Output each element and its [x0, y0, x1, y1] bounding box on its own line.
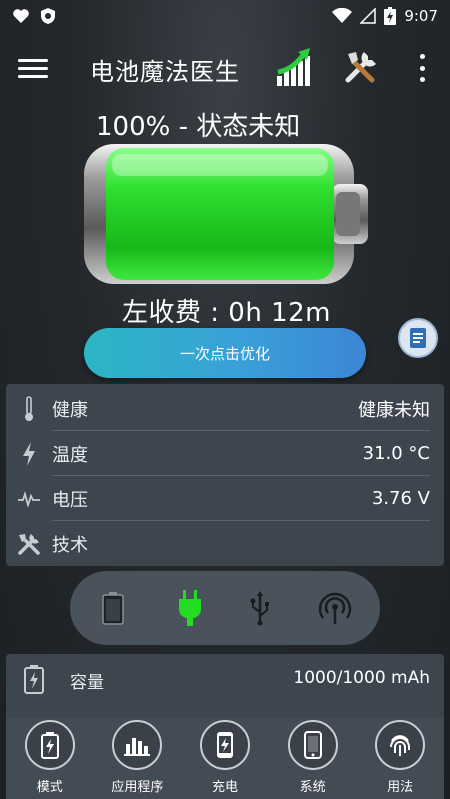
- mode-ac-plug[interactable]: [165, 578, 215, 638]
- usb-icon: [250, 591, 269, 626]
- nav-label: 应用程序: [111, 780, 164, 795]
- battery-graphic: [84, 144, 368, 284]
- bar-chart-icon: [124, 738, 151, 756]
- tools-icon[interactable]: [342, 48, 380, 86]
- one-click-optimize-button[interactable]: 一次点击优化: [84, 328, 366, 378]
- battery-bolt-icon: [40, 732, 59, 759]
- nav-charging[interactable]: 充电: [183, 720, 267, 795]
- shield-icon: [41, 8, 55, 24]
- bottom-navigation: 模式 应用程序 充电 系统 用法: [6, 718, 444, 799]
- info-label: 电压: [52, 489, 88, 511]
- mode-wireless[interactable]: [310, 578, 360, 638]
- fingerprint-icon: [390, 735, 411, 756]
- app-bar: 电池魔法医生: [0, 40, 450, 96]
- info-row-technology: 技术: [6, 521, 444, 566]
- capacity-panel: 容量 1000/1000 mAh: [6, 654, 444, 720]
- mode-battery[interactable]: [88, 578, 138, 638]
- wifi-icon: [332, 8, 353, 23]
- info-label: 温度: [52, 444, 88, 466]
- info-row-temperature: 温度 31.0 °C: [6, 431, 444, 476]
- nav-system[interactable]: 系统: [271, 720, 355, 795]
- nav-label: 充电: [211, 780, 238, 795]
- lightning-icon: [23, 441, 35, 466]
- info-value: 健康未知: [358, 399, 430, 421]
- plug-icon: [179, 590, 201, 626]
- battery-icon: [102, 592, 124, 625]
- notes-button[interactable]: [398, 318, 438, 358]
- capacity-label: 容量: [70, 673, 104, 693]
- notes-icon: [410, 328, 426, 348]
- status-bar: 9:07: [0, 0, 450, 32]
- app-title: 电池魔法医生: [90, 58, 240, 86]
- wireless-icon: [318, 592, 352, 624]
- tools-icon: [18, 533, 40, 555]
- info-value: 3.76 V: [371, 488, 430, 509]
- nav-label: 系统: [299, 780, 326, 795]
- mode-usb[interactable]: [235, 578, 285, 638]
- battery-charging-icon: [384, 7, 397, 25]
- nav-usage[interactable]: 用法: [358, 720, 442, 795]
- info-row-voltage: 电压 3.76 V: [6, 476, 444, 521]
- heart-icon: [13, 9, 29, 23]
- battery-bolt-icon: [24, 665, 44, 694]
- signal-icon: [360, 8, 377, 24]
- menu-button[interactable]: [18, 54, 48, 82]
- nav-apps[interactable]: 应用程序: [95, 720, 179, 795]
- nav-label: 模式: [36, 780, 63, 795]
- charging-phone-icon: [216, 732, 233, 758]
- more-options-button[interactable]: [414, 54, 430, 82]
- info-label: 技术: [52, 534, 88, 556]
- charge-source-bar: [70, 571, 380, 645]
- capacity-value: 1000/1000 mAh: [293, 668, 430, 688]
- nav-label: 用法: [387, 780, 414, 795]
- battery-status-text: 100% - 状态未知: [96, 112, 301, 142]
- info-row-health: 健康 健康未知: [6, 386, 444, 431]
- status-time: 9:07: [404, 7, 438, 25]
- info-label: 健康: [52, 399, 88, 421]
- info-value: 31.0 °C: [362, 443, 430, 464]
- nav-mode[interactable]: 模式: [8, 720, 92, 795]
- thermometer-icon: [25, 395, 33, 421]
- phone-icon: [303, 731, 322, 759]
- time-left-text: 左收费 : 0h 12m: [122, 298, 331, 328]
- battery-info-panel: 健康 健康未知 温度 31.0 °C 电压 3.76 V 技术: [6, 384, 444, 566]
- signal-boost-icon[interactable]: [274, 46, 314, 88]
- pulse-icon: [18, 490, 40, 507]
